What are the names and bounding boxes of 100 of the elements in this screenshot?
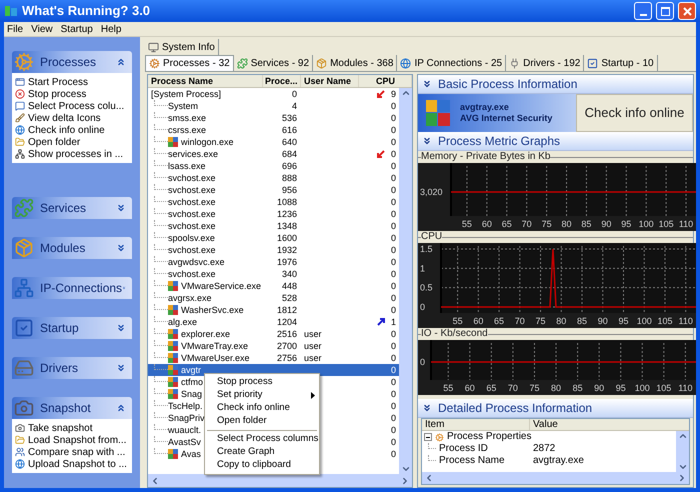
axis-label: 55 [443,383,454,393]
property-name: Process ID [439,443,488,455]
axis-label: 105 [658,219,674,229]
graph-title: Memory - Private Bytes in Kb [421,151,550,163]
process-id: 536 [282,113,297,123]
axis-label: 90 [601,219,612,229]
cpu-value: 0 [390,196,396,208]
process-id: 616 [282,125,297,135]
process-name: WasherSvc.exe [181,304,244,316]
axis-label: 75 [536,316,546,326]
axis-label: 90 [598,316,608,326]
cpu-value: 0 [390,112,396,124]
axis-label: 55 [462,219,472,229]
value-label: 1.5 [420,244,433,254]
process-name: System [168,100,198,112]
cpu-value: 0 [390,100,396,112]
axis-label: 70 [522,219,532,229]
cpu-value: 0 [390,412,396,424]
cpu-value: 0 [390,220,396,232]
axis-label: 55 [452,316,463,326]
axis-label: 65 [502,219,512,229]
process-name: smss.exe [168,112,206,124]
process-name: avgwdsvc.exe [168,256,225,268]
cpu-value: 9 [390,88,396,100]
process-file-name: avgtray.exe [460,102,510,113]
section-title: Basic Process Information [438,76,578,93]
process-name: VMwareTray.exe [181,340,248,352]
process-id: 0 [292,89,297,99]
user-name: user [304,353,322,363]
cpu-value: 0 [390,184,396,196]
cpu-value: 0 [390,352,396,364]
process-name: lsass.exe [168,160,206,172]
process-id: 956 [282,185,297,195]
value-label: 3,020 [420,187,443,197]
process-id: 448 [282,281,297,291]
cpu-value: 0 [390,160,396,172]
axis-label: 110 [678,316,693,326]
process-name: explorer.exe [181,328,230,340]
cpu-value: 0 [390,304,396,316]
process-name: services.exe [168,148,218,160]
process-id: 340 [282,269,297,279]
value-label: 1 [420,263,426,274]
cpu-value: 0 [390,340,396,352]
process-name: svchost.exe [168,220,216,232]
cpu-value: 0 [390,256,396,268]
axis-label: 105 [656,383,672,393]
axis-label: 100 [636,316,652,326]
axis-label: 80 [562,219,572,229]
process-name: avgrsx.exe [168,292,212,304]
axis-label: 85 [577,316,588,326]
axis-label: 75 [529,383,540,393]
process-name: ctfmo [181,376,204,388]
process-name: svchost.exe [168,196,216,208]
axis-label: 65 [494,316,504,326]
cpu-value: 1 [390,316,396,328]
section-title: Snapshot [40,400,92,417]
process-id: 1600 [276,233,297,243]
process-id: 1236 [276,209,297,219]
axis-label: 95 [621,219,632,229]
cpu-value: 0 [390,388,396,400]
process-name: VMwareService.exe [181,280,262,292]
cpu-value: 0 [390,244,396,256]
axis-label: 110 [678,219,694,229]
process-id: 528 [282,293,297,303]
process-id: 2700 [276,341,297,351]
process-name: svchost.exe [168,244,216,256]
cpu-value: 0 [390,400,396,412]
axis-label: 95 [618,316,628,326]
axis-label: 80 [551,383,562,393]
process-name: SnagPriv [168,412,205,424]
process-name: winlogon.exe [181,136,234,148]
section-title: Services [40,200,88,217]
cpu-value: 0 [390,436,396,448]
process-id: 4 [292,101,297,111]
process-id: 2756 [276,353,297,363]
property-value: 2872 [532,443,556,455]
process-name: svchost.exe [168,268,216,280]
property-value: avgtray.exe [532,455,584,467]
process-name: Snag [181,388,202,400]
process-name: svchost.exe [168,172,216,184]
section-title: Detailed Process Information [438,400,592,417]
cpu-value: 0 [390,328,396,340]
property-name: Process Name [439,455,505,467]
axis-label: 60 [464,383,475,393]
process-name: avgtr [181,364,202,376]
process-name: Avas [181,448,201,460]
axis-label: 70 [514,316,525,326]
section-title: Process Metric Graphs [438,133,560,150]
section-title: Startup [40,320,80,337]
process-id: 1812 [276,305,297,315]
axis-label: 80 [556,316,566,326]
cpu-value: 0 [390,172,396,184]
graph-title: CPU [421,231,442,243]
axis-label: 70 [508,383,518,393]
cpu-value: 0 [390,376,396,388]
window-title: What's Running? 3.0 [22,2,152,20]
section-title: Processes [40,54,98,71]
axis-label: 75 [542,219,552,229]
process-name: TscHelp. [168,400,203,412]
axis-label: 85 [572,383,583,393]
